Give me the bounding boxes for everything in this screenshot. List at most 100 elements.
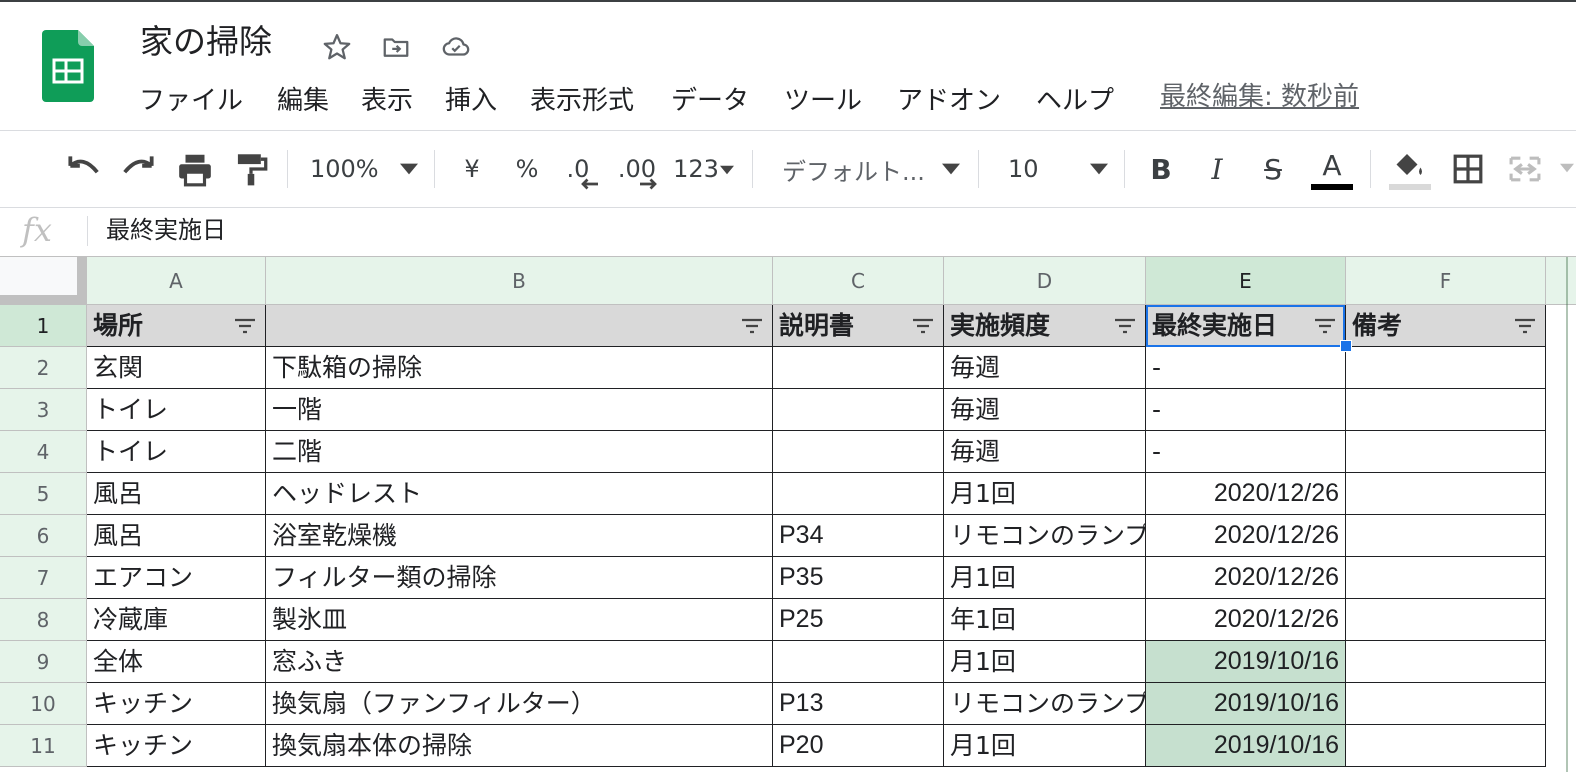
frozen-column-handle[interactable] (77, 257, 87, 305)
cell-b2[interactable]: 下駄箱の掃除 (266, 347, 773, 389)
column-header-a[interactable]: A (87, 257, 266, 305)
cell-c2[interactable] (773, 347, 944, 389)
menu-help[interactable]: ヘルプ (1036, 84, 1114, 118)
row-header[interactable]: 7 (0, 557, 87, 599)
cell-d10[interactable]: リモコンのランプ (944, 683, 1146, 725)
menu-data[interactable]: データ (671, 84, 749, 118)
cell-f5[interactable] (1346, 473, 1546, 515)
borders-icon[interactable] (1452, 153, 1484, 185)
font-select[interactable]: デフォルト... (782, 148, 925, 190)
cloud-saved-icon[interactable] (441, 32, 471, 62)
cell-f9[interactable] (1346, 641, 1546, 683)
cell-f10[interactable] (1346, 683, 1546, 725)
filter-icon[interactable] (911, 317, 935, 335)
cell-e7[interactable]: 2020/12/26 (1146, 557, 1346, 599)
cell-d5[interactable]: 月1回 (944, 473, 1146, 515)
fill-handle[interactable] (1340, 340, 1352, 352)
menu-view[interactable]: 表示 (361, 84, 413, 118)
cell-a7[interactable]: エアコン (87, 557, 266, 599)
font-dropdown-icon[interactable] (942, 163, 960, 175)
sheets-logo-icon[interactable] (42, 30, 94, 102)
star-icon[interactable] (322, 32, 352, 62)
filter-icon[interactable] (1513, 317, 1537, 335)
cell-e10[interactable]: 2019/10/16 (1146, 683, 1346, 725)
row-header[interactable]: 4 (0, 431, 87, 473)
cell-b9[interactable]: 窓ふき (266, 641, 773, 683)
cell-a3[interactable]: トイレ (87, 389, 266, 431)
cell-b5[interactable]: ヘッドレスト (266, 473, 773, 515)
fill-color-icon[interactable] (1392, 150, 1428, 182)
cell-e11[interactable]: 2019/10/16 (1146, 725, 1346, 767)
row-header[interactable]: 1 (0, 305, 87, 347)
row-header[interactable]: 2 (0, 347, 87, 389)
cell-d8[interactable]: 年1回 (944, 599, 1146, 641)
cell-b8[interactable]: 製氷皿 (266, 599, 773, 641)
cell-f11[interactable] (1346, 725, 1546, 767)
column-header-c[interactable]: C (773, 257, 944, 305)
cell-f7[interactable] (1346, 557, 1546, 599)
column-header-b[interactable]: B (266, 257, 773, 305)
formula-input[interactable] (106, 214, 1306, 246)
cell-b1[interactable] (266, 305, 773, 347)
active-cell-selection[interactable] (1146, 305, 1345, 347)
cell-f2[interactable] (1346, 347, 1546, 389)
menu-format[interactable]: 表示形式 (530, 84, 634, 118)
column-header-e[interactable]: E (1146, 257, 1346, 305)
frozen-row-handle[interactable] (0, 295, 87, 305)
strikethrough-button[interactable]: S (1256, 148, 1290, 190)
percent-format-button[interactable]: % (510, 148, 544, 190)
cell-b3[interactable]: 一階 (266, 389, 773, 431)
text-color-button[interactable]: A (1312, 144, 1352, 186)
cell-b10[interactable]: 換気扇（ファンフィルター） (266, 683, 773, 725)
last-edit-link[interactable]: 最終編集: 数秒前 (1160, 80, 1359, 114)
cell-a5[interactable]: 風呂 (87, 473, 266, 515)
menu-edit[interactable]: 編集 (277, 84, 329, 118)
cell-d2[interactable]: 毎週 (944, 347, 1146, 389)
cell-d4[interactable]: 毎週 (944, 431, 1146, 473)
zoom-dropdown-icon[interactable] (400, 163, 418, 175)
bold-button[interactable]: B (1144, 148, 1178, 190)
move-to-folder-icon[interactable] (381, 32, 411, 62)
zoom-select[interactable]: 100% (310, 148, 390, 190)
row-header[interactable]: 6 (0, 515, 87, 557)
cell-b7[interactable]: フィルター類の掃除 (266, 557, 773, 599)
cell-b11[interactable]: 換気扇本体の掃除 (266, 725, 773, 767)
more-formats-button[interactable]: 123 (670, 148, 722, 190)
row-header[interactable]: 10 (0, 683, 87, 725)
menu-file[interactable]: ファイル (139, 84, 243, 118)
cell-f4[interactable] (1346, 431, 1546, 473)
cell-c4[interactable] (773, 431, 944, 473)
cell-f3[interactable] (1346, 389, 1546, 431)
cell-e5[interactable]: 2020/12/26 (1146, 473, 1346, 515)
cell-c5[interactable] (773, 473, 944, 515)
cell-c9[interactable] (773, 641, 944, 683)
cell-b4[interactable]: 二階 (266, 431, 773, 473)
cell-e2[interactable]: - (1146, 347, 1346, 389)
document-title[interactable]: 家の掃除 (140, 20, 272, 64)
cell-a4[interactable]: トイレ (87, 431, 266, 473)
row-header[interactable]: 11 (0, 725, 87, 767)
cell-c10[interactable]: P13 (773, 683, 944, 725)
paint-format-icon[interactable] (234, 151, 268, 187)
cell-d6[interactable]: リモコンのランプ (944, 515, 1146, 557)
filter-icon[interactable] (740, 317, 764, 335)
redo-icon[interactable] (120, 153, 158, 185)
row-header[interactable]: 5 (0, 473, 87, 515)
cell-a8[interactable]: 冷蔵庫 (87, 599, 266, 641)
cell-d11[interactable]: 月1回 (944, 725, 1146, 767)
cell-e8[interactable]: 2020/12/26 (1146, 599, 1346, 641)
cell-c1[interactable]: 説明書 (773, 305, 944, 347)
italic-button[interactable]: I (1200, 148, 1234, 190)
font-size-dropdown-icon[interactable] (1090, 163, 1108, 175)
cell-f1[interactable]: 備考 (1346, 305, 1546, 347)
cell-c7[interactable]: P35 (773, 557, 944, 599)
row-header[interactable]: 8 (0, 599, 87, 641)
cell-a6[interactable]: 風呂 (87, 515, 266, 557)
cell-a1[interactable]: 場所 (87, 305, 266, 347)
cell-f8[interactable] (1346, 599, 1546, 641)
cell-f6[interactable] (1346, 515, 1546, 557)
row-header[interactable]: 3 (0, 389, 87, 431)
cell-e6[interactable]: 2020/12/26 (1146, 515, 1346, 557)
menu-insert[interactable]: 挿入 (445, 84, 497, 118)
cell-d3[interactable]: 毎週 (944, 389, 1146, 431)
